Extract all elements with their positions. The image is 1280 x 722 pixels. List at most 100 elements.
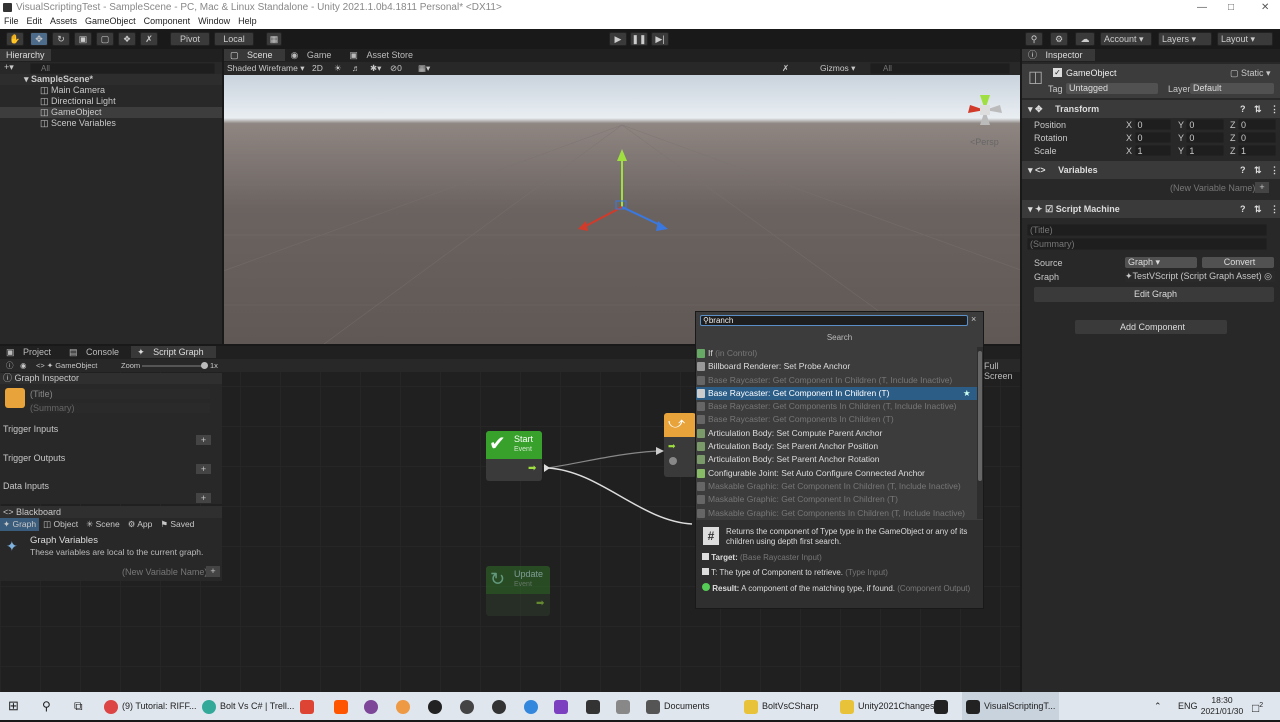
- fuzzy-item-if[interactable]: If (in Control): [696, 347, 977, 360]
- tab-scene[interactable]: ▢ Scene: [224, 49, 285, 61]
- fuzzy-item[interactable]: Maskable Graphic: Get Component In Child…: [696, 480, 977, 493]
- scale-x[interactable]: X 1: [1126, 145, 1171, 156]
- headphones-icon[interactable]: [396, 692, 414, 720]
- fuzzy-item[interactable]: Articulation Body: Set Parent Anchor Rot…: [696, 453, 977, 466]
- task-view-icon[interactable]: ⧉: [74, 692, 83, 720]
- layers-dropdown[interactable]: Layers ▾: [1158, 32, 1212, 46]
- favorite-star-icon[interactable]: ★: [963, 387, 971, 400]
- hierarchy-item-gameobject[interactable]: ◫ GameObject: [0, 107, 222, 118]
- more-icon[interactable]: ⋮: [1270, 161, 1279, 179]
- add-graph-variable-button[interactable]: +: [206, 566, 220, 577]
- graph-summary-input[interactable]: (Summary): [30, 403, 210, 413]
- hierarchy-item-main-camera[interactable]: ◫ Main Camera: [0, 85, 222, 96]
- position-x-field[interactable]: 0: [1134, 119, 1171, 130]
- convert-button[interactable]: Convert: [1202, 257, 1274, 268]
- preset-icon[interactable]: ⇅: [1254, 200, 1262, 218]
- fuzzy-item[interactable]: Articulation Body: Set Compute Parent An…: [696, 427, 977, 440]
- fuzzy-scroll-thumb[interactable]: [978, 351, 982, 481]
- custom-tool-icon[interactable]: ✗: [140, 32, 158, 46]
- language-indicator[interactable]: ENG: [1178, 692, 1198, 720]
- cloud-icon[interactable]: ☁: [1075, 32, 1095, 46]
- menu-edit[interactable]: Edit: [23, 15, 47, 26]
- more-icon[interactable]: ⋮: [1270, 200, 1279, 218]
- position-y-field[interactable]: 0: [1186, 119, 1225, 130]
- account-dropdown[interactable]: Account ▾: [1100, 32, 1152, 46]
- pause-button[interactable]: ❚❚: [630, 32, 648, 46]
- fuzzy-item[interactable]: Base Raycaster: Get Components In Childr…: [696, 413, 977, 426]
- hand-tool-icon[interactable]: ✋: [6, 32, 24, 46]
- unity-editor-icon[interactable]: [934, 692, 952, 720]
- menu-window[interactable]: Window: [194, 15, 234, 26]
- maximize-icon[interactable]: □: [1228, 0, 1234, 15]
- play-button[interactable]: ▶: [609, 32, 627, 46]
- zoom-handle[interactable]: [201, 362, 208, 369]
- position-y[interactable]: Y 0: [1178, 119, 1225, 130]
- tab-console[interactable]: ▤ Console: [63, 346, 131, 358]
- scene-viewport[interactable]: <Persp: [224, 75, 1020, 344]
- grid-snap-icon[interactable]: ▦: [266, 32, 282, 46]
- minimize-icon[interactable]: —: [1197, 0, 1207, 15]
- grid-icon[interactable]: ▦▾: [418, 62, 430, 75]
- notification-icon[interactable]: □2: [1252, 692, 1263, 720]
- scale-tool-icon[interactable]: ▣: [74, 32, 92, 46]
- search-icon[interactable]: ⚲: [1025, 32, 1043, 46]
- rotation-z[interactable]: Z 0: [1230, 132, 1276, 143]
- tor-icon[interactable]: [364, 692, 382, 720]
- effects-icon[interactable]: ✱▾: [370, 62, 381, 75]
- layout-dropdown[interactable]: Layout ▾: [1217, 32, 1273, 46]
- taskbar-item-visualscripting[interactable]: VisualScriptingT...: [962, 692, 1060, 720]
- fuzzy-item[interactable]: Base Raycaster: Get Components In Childr…: [696, 400, 977, 413]
- machine-title-input[interactable]: (Title): [1027, 224, 1267, 236]
- overview-icon[interactable]: ◉: [20, 359, 27, 372]
- update-event-node[interactable]: ↻ Update Event ➡: [486, 566, 550, 616]
- tag-dropdown[interactable]: Untagged: [1066, 83, 1158, 94]
- position-z[interactable]: Z 0: [1230, 119, 1276, 130]
- close-icon[interactable]: ✕: [1261, 0, 1269, 15]
- rotate-tool-icon[interactable]: ↻: [52, 32, 70, 46]
- graph-asset-field[interactable]: ✦TestVScript (Script Graph Asset) ◎: [1125, 271, 1275, 282]
- blackboard-tab-scene[interactable]: ✳ Scene: [82, 518, 124, 531]
- hierarchy-scene-row[interactable]: ▾ SampleScene*: [0, 74, 222, 85]
- tab-asset-store[interactable]: ▣ Asset Store: [343, 49, 425, 61]
- menu-gameobject[interactable]: GameObject: [81, 15, 140, 26]
- tab-script-graph[interactable]: ✦ Script Graph: [131, 346, 216, 358]
- blackboard-tab-graph[interactable]: ✦ Graph: [0, 518, 40, 531]
- script-machine-checkbox[interactable]: ☑: [1045, 204, 1053, 214]
- scale-y[interactable]: Y 1: [1178, 145, 1225, 156]
- new-graph-variable-input[interactable]: (New Variable Name): [122, 567, 207, 577]
- brave-icon[interactable]: [334, 692, 352, 720]
- scale-x-field[interactable]: 1: [1134, 145, 1171, 156]
- github-desktop-icon[interactable]: [492, 692, 510, 720]
- tab-inspector[interactable]: ⓘ Inspector: [1022, 49, 1095, 61]
- office-icon[interactable]: [300, 692, 318, 720]
- add-data-input-button[interactable]: +: [196, 493, 211, 503]
- taskbar-item-documents[interactable]: Documents: [646, 692, 710, 720]
- scale-z-field[interactable]: 1: [1238, 145, 1276, 156]
- fuzzy-item[interactable]: Maskable Graphic: Get Components In Chil…: [696, 507, 977, 520]
- update-output-port[interactable]: ➡: [536, 598, 544, 609]
- obs-icon[interactable]: [428, 692, 446, 720]
- local-toggle[interactable]: Local: [214, 32, 254, 46]
- visual-studio-icon[interactable]: [554, 692, 572, 720]
- hidden-objects-count[interactable]: ⊘0: [390, 62, 402, 75]
- inspector-toggle-icon[interactable]: ⓘ: [6, 359, 14, 372]
- clear-search-icon[interactable]: ×: [971, 314, 976, 324]
- taskbar-search-icon[interactable]: ⚲: [42, 692, 51, 720]
- fuzzy-search-input[interactable]: ⚲branch: [700, 315, 968, 326]
- fuzzy-item[interactable]: Maskable Graphic: Get Component In Child…: [696, 493, 977, 506]
- taskbar-item-chrome-trello[interactable]: Bolt Vs C# | Trell...: [202, 692, 294, 720]
- fuzzy-scrollbar[interactable]: [977, 347, 983, 519]
- tab-game[interactable]: ◉ Game: [285, 49, 344, 61]
- taskbar-item-unity2021changes[interactable]: Unity2021Changes: [840, 692, 935, 720]
- preset-icon[interactable]: ⇅: [1254, 161, 1262, 179]
- lighting-icon[interactable]: ☀: [334, 62, 342, 75]
- hierarchy-item-scene-variables[interactable]: ◫ Scene Variables: [0, 118, 222, 129]
- hierarchy-search-input[interactable]: All: [30, 63, 215, 74]
- start-output-port[interactable]: ➡: [528, 463, 536, 474]
- rect-tool-icon[interactable]: ▢: [96, 32, 114, 46]
- help-icon[interactable]: ?: [1240, 200, 1246, 218]
- pivot-toggle[interactable]: Pivot: [170, 32, 210, 46]
- breadcrumb-gameobject[interactable]: <> ✦ GameObject: [36, 359, 97, 372]
- rotation-x-field[interactable]: 0: [1134, 132, 1171, 143]
- blackboard-tab-object[interactable]: ◫ Object: [39, 518, 82, 531]
